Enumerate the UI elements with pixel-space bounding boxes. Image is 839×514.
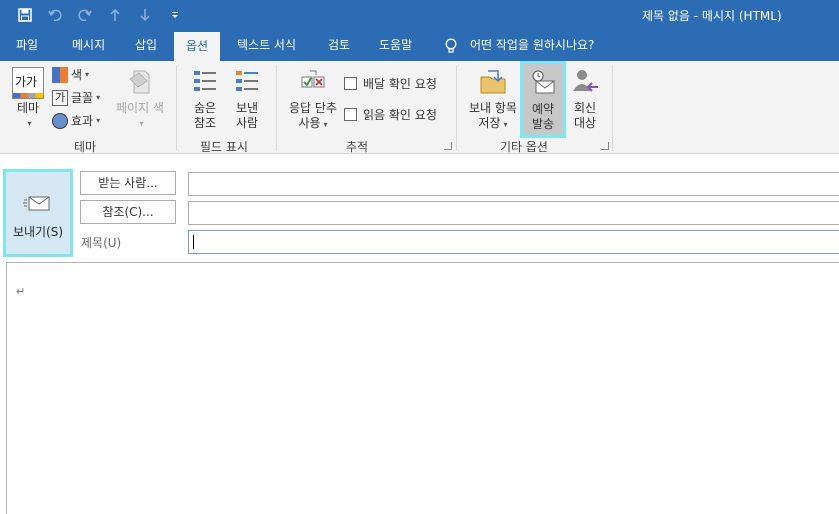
quick-access-toolbar (10, 4, 190, 26)
page-color-icon (129, 70, 150, 94)
themes-icon: 가가 (12, 67, 44, 99)
tab-insert[interactable]: 삽입 (135, 30, 157, 61)
checkbox[interactable] (344, 77, 357, 90)
bcc-button[interactable]: 숨은 참조 (188, 67, 222, 131)
window-title: 제목 없음 - 메시지 (HTML) (642, 9, 782, 23)
group-divider (456, 65, 457, 151)
undo-icon[interactable] (40, 4, 70, 26)
checkbox[interactable] (344, 108, 357, 121)
bcc-icon (194, 71, 216, 91)
more-options-dialog-launcher-icon[interactable] (601, 142, 609, 150)
paragraph-mark: ↵ (16, 285, 26, 298)
tab-message[interactable]: 메시지 (72, 30, 105, 61)
group-divider (176, 65, 177, 151)
group-label-show-fields: 필드 표시 (200, 140, 248, 154)
tab-format-text[interactable]: 텍스트 서식 (237, 30, 296, 61)
tab-options[interactable]: 옵션 (174, 32, 221, 61)
up-arrow-icon[interactable] (100, 4, 130, 26)
lightbulb-icon (445, 38, 457, 53)
fonts-icon: 가 (52, 89, 68, 106)
delivery-receipt-checkbox[interactable]: 배달 확인 요청 (344, 75, 437, 92)
effects-dropdown[interactable]: 효과 ▾ (52, 112, 100, 129)
from-icon (236, 71, 258, 91)
tab-file[interactable]: 파일 (16, 30, 38, 61)
text-cursor (193, 235, 194, 249)
direct-replies-to-button[interactable]: 회신 대상 (569, 67, 601, 131)
chevron-down-icon: ▾ (96, 93, 101, 102)
subject-label: 제목(U) (81, 236, 122, 250)
delay-delivery-button[interactable]: 예약 발송 (520, 61, 566, 138)
delay-delivery-icon (532, 70, 555, 94)
to-button[interactable]: 받는 사람... (80, 171, 176, 195)
chevron-down-icon: ▾ (96, 116, 101, 125)
chevron-down-icon: ▾ (323, 120, 328, 129)
save-sent-folder-icon (480, 70, 506, 94)
tab-review[interactable]: 검토 (328, 30, 350, 61)
to-field[interactable] (188, 172, 839, 196)
cc-button[interactable]: 참조(C)... (80, 200, 176, 224)
colors-icon (52, 66, 68, 83)
redo-icon[interactable] (70, 4, 100, 26)
page-color-button[interactable]: 페이지 색 ▾ (110, 67, 170, 131)
cc-field[interactable] (188, 201, 839, 225)
ribbon-tabs: 파일 메시지 삽입 옵션 텍스트 서식 검토 도움말 어떤 작업을 원하시나요? (0, 30, 839, 61)
save-icon[interactable] (10, 4, 40, 26)
voting-icon (301, 70, 325, 88)
customize-qat-icon[interactable] (160, 4, 190, 26)
direct-replies-icon (573, 70, 598, 92)
tell-me-search[interactable]: 어떤 작업을 원하시나요? (470, 30, 594, 61)
send-button[interactable]: 보내기(S) (3, 169, 73, 257)
subject-field[interactable] (188, 230, 839, 254)
effects-icon (52, 112, 68, 129)
group-label-tracking: 추적 (346, 140, 369, 154)
ribbon: 가가 테마 ▾ 색 ▾ 가 글꼴 ▾ 효과 ▾ 페이지 색 ▾ 테마 숨은 참조 보낸… (0, 61, 839, 154)
colors-dropdown[interactable]: 색 ▾ (52, 66, 89, 83)
tab-help[interactable]: 도움말 (379, 30, 412, 61)
title-bar: 제목 없음 - 메시지 (HTML) (0, 0, 839, 30)
voting-buttons[interactable]: 응답 단추 사용 ▾ (284, 67, 342, 132)
group-divider (276, 65, 277, 151)
fonts-dropdown[interactable]: 가 글꼴 ▾ (52, 89, 100, 106)
send-envelope-icon (23, 196, 50, 211)
chevron-down-icon: ▾ (27, 119, 32, 128)
message-body[interactable]: ↵ (6, 262, 839, 514)
chevron-down-icon: ▾ (85, 70, 90, 79)
from-button[interactable]: 보낸 사람 (230, 67, 264, 131)
save-sent-item-button[interactable]: 보내 항목 저장 ▾ (464, 67, 522, 132)
themes-button[interactable]: 가가 테마 ▾ (10, 67, 46, 131)
chevron-down-icon: ▾ (503, 120, 508, 129)
chevron-down-icon: ▾ (139, 119, 144, 128)
read-receipt-checkbox[interactable]: 읽음 확인 요청 (344, 106, 437, 123)
group-label-more-options: 기타 옵션 (500, 140, 548, 154)
tracking-dialog-launcher-icon[interactable] (444, 142, 452, 150)
group-divider (612, 65, 613, 151)
down-arrow-icon[interactable] (130, 4, 160, 26)
group-label-themes: 테마 (74, 140, 97, 154)
